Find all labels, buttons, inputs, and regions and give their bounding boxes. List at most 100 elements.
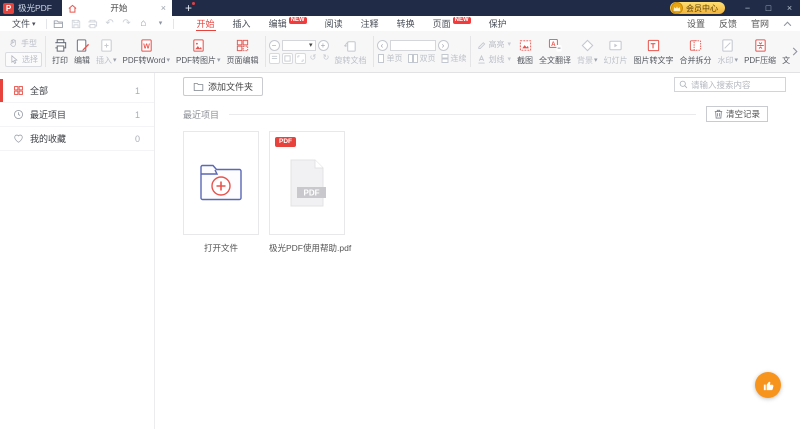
- add-folder-button[interactable]: 添加文件夹: [183, 77, 264, 96]
- toolbar: 手型 选择 打印 编辑 插入 W PDF转Word PDF转图片: [0, 31, 800, 73]
- background-icon: [581, 39, 594, 51]
- save-icon[interactable]: [70, 19, 82, 29]
- background-button[interactable]: 背景: [574, 38, 601, 66]
- tab-start[interactable]: 开始: [188, 15, 224, 32]
- continuous-mode[interactable]: 连续: [441, 53, 467, 64]
- redo-icon[interactable]: ↷: [121, 18, 133, 30]
- grid-icon: [13, 85, 24, 96]
- website-link[interactable]: 官网: [751, 17, 769, 30]
- sidebar-item-count: 0: [134, 133, 140, 144]
- toolbar-expand-icon[interactable]: [790, 31, 800, 72]
- folder-icon: [193, 82, 204, 91]
- two-page-mode[interactable]: 双页: [407, 53, 436, 64]
- screenshot-button[interactable]: 截图: [514, 38, 536, 66]
- more-tools-caret-icon[interactable]: ▾: [155, 18, 167, 30]
- sidebar-item-favorites[interactable]: 我的收藏 0: [0, 127, 154, 151]
- tab-page[interactable]: 页面 NEW: [424, 15, 480, 32]
- tab-protect[interactable]: 保护: [480, 15, 516, 32]
- insert-button[interactable]: 插入: [93, 38, 120, 66]
- thumbs-up-icon: [763, 381, 773, 390]
- chevron-down-icon: ▾: [507, 56, 512, 63]
- fit-page-icon[interactable]: [281, 52, 293, 64]
- document-tab[interactable]: 开始 ×: [62, 0, 173, 16]
- zoom-out-icon[interactable]: −: [268, 39, 280, 51]
- divider: [229, 113, 696, 115]
- underline-button[interactable]: 划线 ▾: [474, 53, 515, 66]
- feedback-fab-button[interactable]: [755, 372, 781, 398]
- pdf-file-card-box[interactable]: PDF PDF: [269, 131, 345, 235]
- single-page-mode[interactable]: 单页: [377, 53, 403, 64]
- print-button[interactable]: 打印: [49, 38, 71, 66]
- highlight-button[interactable]: 高亮 ▾: [474, 38, 515, 51]
- tab-insert[interactable]: 插入: [224, 15, 260, 32]
- maximize-button[interactable]: □: [758, 3, 779, 13]
- zoom-level-box[interactable]: ▾: [281, 39, 316, 51]
- tab-annotate[interactable]: 注释: [352, 15, 388, 32]
- page-edit-icon: [236, 39, 249, 51]
- member-center-button[interactable]: 会员中心: [670, 2, 725, 14]
- clock-icon: [13, 109, 24, 120]
- hand-tool-button[interactable]: 手型: [5, 37, 42, 50]
- rotate-left-icon[interactable]: ↺: [308, 53, 319, 64]
- print-icon[interactable]: [87, 19, 99, 29]
- new-tab-button[interactable]: +: [182, 2, 196, 14]
- new-badge: NEW: [452, 17, 471, 24]
- tab-close-icon[interactable]: ×: [161, 3, 166, 13]
- pdf-to-image-icon: [193, 38, 204, 52]
- rotate-document-button[interactable]: 旋转文档: [332, 38, 370, 66]
- zoom-level-input[interactable]: [282, 40, 309, 50]
- select-tool-button[interactable]: 选择: [5, 51, 42, 67]
- sidebar-item-all[interactable]: 全部 1: [0, 79, 154, 103]
- open-file-card-box[interactable]: [183, 131, 259, 235]
- tab-read[interactable]: 阅读: [316, 15, 352, 32]
- home-nav-icon[interactable]: ⌂: [138, 18, 150, 30]
- page-number-box[interactable]: [389, 39, 436, 51]
- undo-icon[interactable]: ↶: [104, 18, 116, 30]
- file-menu-label: 文件: [12, 19, 31, 29]
- section-title: 最近项目: [183, 109, 220, 120]
- pdf-to-image-button[interactable]: PDF转图片: [173, 38, 224, 66]
- menubar: 文件 ▾ ↶ ↷ ⌂ ▾ 开始 插入 编辑 NEW 阅读 注释 转换 页面 NE…: [0, 15, 800, 32]
- recent-section-header: 最近项目 清空记录: [183, 106, 788, 122]
- tab-edit[interactable]: 编辑 NEW: [260, 15, 316, 32]
- open-file-card[interactable]: 打开文件: [183, 131, 259, 254]
- pdf-to-word-button[interactable]: W PDF转Word: [120, 38, 173, 66]
- heart-icon: [13, 133, 24, 144]
- minimize-button[interactable]: −: [737, 3, 758, 13]
- slideshow-button[interactable]: 幻灯片: [601, 38, 631, 66]
- actual-size-icon[interactable]: [294, 52, 306, 64]
- image-to-text-button[interactable]: 图片转文字: [631, 38, 677, 66]
- fit-width-icon[interactable]: [268, 52, 280, 64]
- zoom-in-icon[interactable]: +: [317, 39, 329, 51]
- translate-button[interactable]: A 全文翻译: [536, 38, 574, 66]
- collapse-ribbon-icon[interactable]: [783, 19, 792, 29]
- pointer-tools-group: 手型 选择: [5, 37, 42, 67]
- sidebar-item-recent[interactable]: 最近项目 1: [0, 103, 154, 127]
- titlebar-right: 会员中心 − □ ×: [670, 2, 800, 14]
- file-menu[interactable]: 文件 ▾: [8, 17, 40, 30]
- open-file-icon[interactable]: [53, 19, 65, 29]
- prev-page-icon[interactable]: ‹: [376, 39, 388, 51]
- next-page-icon[interactable]: ›: [437, 39, 449, 51]
- tab-convert[interactable]: 转换: [388, 15, 424, 32]
- merge-split-button[interactable]: 合并拆分: [677, 38, 715, 66]
- page-number-input[interactable]: [390, 40, 435, 50]
- rotate-right-icon[interactable]: ↻: [321, 53, 332, 64]
- divider: [45, 36, 46, 67]
- rotate-document-icon: [344, 40, 356, 52]
- watermark-button[interactable]: 水印: [715, 38, 742, 66]
- chevron-down-icon: ▾: [32, 20, 36, 28]
- pdf-compress-button[interactable]: PDF压缩: [741, 38, 779, 66]
- sidebar-item-count: 1: [134, 109, 140, 120]
- edit-pdf-button[interactable]: 编辑: [71, 38, 93, 66]
- close-button[interactable]: ×: [779, 3, 800, 13]
- feedback-link[interactable]: 反馈: [719, 17, 737, 30]
- divider: [372, 36, 374, 67]
- page-edit-button[interactable]: 页面编辑: [224, 38, 262, 66]
- sidebar-item-count: 1: [134, 85, 140, 96]
- pdf-file-card[interactable]: PDF PDF 极光PDF使用帮助.pdf: [269, 131, 351, 254]
- divider: [264, 36, 266, 67]
- search-input[interactable]: [691, 79, 781, 90]
- settings-link[interactable]: 设置: [687, 17, 705, 30]
- clear-history-button[interactable]: 清空记录: [705, 106, 768, 122]
